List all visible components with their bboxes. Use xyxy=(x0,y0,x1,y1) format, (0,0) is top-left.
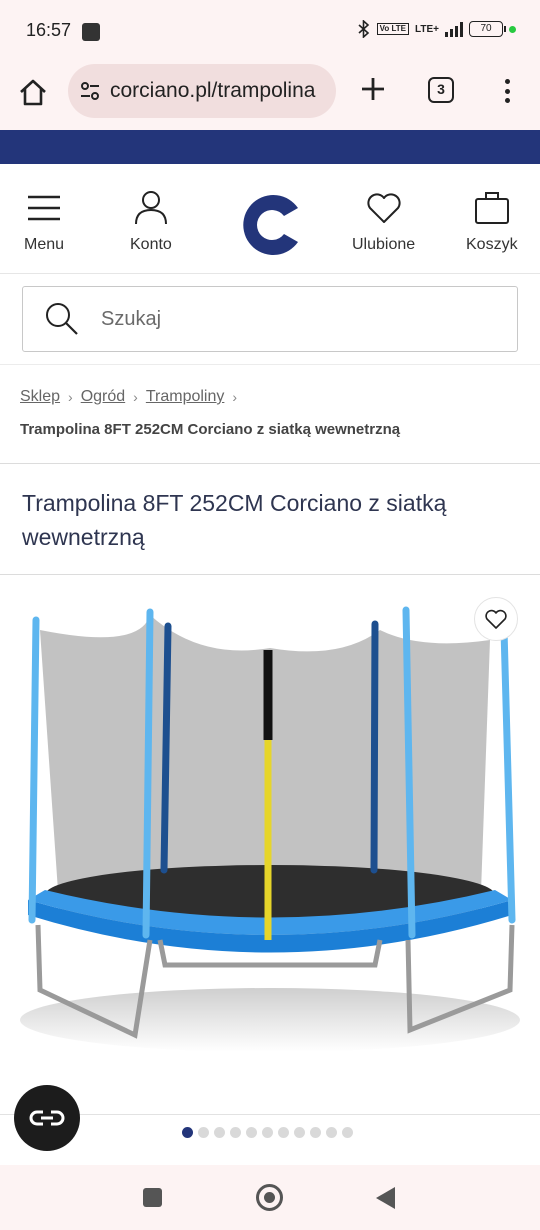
gallery-dot[interactable] xyxy=(198,1127,209,1138)
chat-button[interactable] xyxy=(14,1085,80,1151)
menu-button[interactable]: Menu xyxy=(24,188,64,254)
privacy-dot-icon xyxy=(509,25,516,33)
gallery-dot[interactable] xyxy=(294,1127,305,1138)
product-title: Trampolina 8FT 252CM Corciano z siatką w… xyxy=(22,490,447,550)
gallery-dot[interactable] xyxy=(230,1127,241,1138)
favorites-label: Ulubione xyxy=(352,236,416,253)
product-image[interactable] xyxy=(0,590,540,1100)
gallery-pagination xyxy=(182,1127,353,1138)
address-bar[interactable]: corciano.pl/trampolina xyxy=(68,64,336,118)
browser-toolbar: corciano.pl/trampolina 3 xyxy=(0,62,540,130)
account-label: Konto xyxy=(130,236,172,253)
search-box[interactable] xyxy=(22,286,518,352)
divider xyxy=(0,463,540,464)
gallery-dot[interactable] xyxy=(278,1127,289,1138)
tab-switcher-button[interactable]: 3 xyxy=(428,77,454,103)
account-button[interactable]: Konto xyxy=(130,188,172,254)
breadcrumb-garden[interactable]: Ogród xyxy=(81,388,125,406)
site-header: Menu Konto Ulubione Koszyk xyxy=(0,164,540,274)
add-to-favorites-button[interactable] xyxy=(474,597,518,641)
status-indicators: Vo LTE LTE+ 70 xyxy=(357,20,516,38)
gallery-dot[interactable] xyxy=(326,1127,337,1138)
url-text: corciano.pl/trampolina xyxy=(110,79,316,102)
volte-badge: Vo LTE xyxy=(376,23,410,35)
breadcrumb-current: Trampolina 8FT 252CM Corciano z siatką w… xyxy=(20,421,401,438)
gallery-dot[interactable] xyxy=(342,1127,353,1138)
home-icon[interactable] xyxy=(16,76,50,110)
hamburger-icon xyxy=(28,195,61,221)
site-settings-icon[interactable] xyxy=(80,81,100,101)
gallery-dot[interactable] xyxy=(246,1127,257,1138)
divider xyxy=(0,364,540,365)
corciano-logo[interactable] xyxy=(238,194,302,256)
gallery-dot[interactable] xyxy=(310,1127,321,1138)
cart-button[interactable]: Koszyk xyxy=(466,188,518,254)
battery-icon: 70 xyxy=(469,21,506,37)
chevron-right-icon: › xyxy=(232,389,238,405)
back-icon[interactable] xyxy=(376,1187,395,1209)
home-nav-icon[interactable] xyxy=(256,1184,283,1211)
gallery-dot[interactable] xyxy=(182,1127,193,1138)
chevron-right-icon: › xyxy=(68,389,73,405)
search-input[interactable] xyxy=(101,307,481,331)
shopping-bag-icon xyxy=(474,192,509,224)
promo-band xyxy=(0,130,540,164)
network-type: LTE+ xyxy=(415,23,439,35)
bluetooth-icon xyxy=(358,20,369,38)
more-menu-icon[interactable] xyxy=(497,76,517,106)
favorites-button[interactable]: Ulubione xyxy=(352,188,415,254)
divider xyxy=(0,574,540,575)
status-bar: 16:57 Vo LTE LTE+ 70 xyxy=(0,0,540,62)
heart-icon xyxy=(367,193,401,223)
system-navigation-bar xyxy=(0,1165,540,1230)
search-icon[interactable] xyxy=(43,300,81,338)
menu-label: Menu xyxy=(24,236,65,253)
breadcrumb: Sklep › Ogród › Trampoliny › xyxy=(20,388,245,406)
divider xyxy=(0,1114,540,1115)
chat-link-icon xyxy=(29,1110,65,1126)
gallery-dot[interactable] xyxy=(262,1127,273,1138)
new-tab-icon[interactable] xyxy=(358,74,388,104)
signal-icon xyxy=(445,21,463,37)
breadcrumb-shop[interactable]: Sklep xyxy=(20,388,60,406)
heart-icon xyxy=(485,609,507,629)
gallery-dot[interactable] xyxy=(214,1127,225,1138)
notification-icon xyxy=(82,23,100,41)
chevron-right-icon: › xyxy=(133,389,138,405)
user-icon xyxy=(134,191,167,225)
recent-apps-icon[interactable] xyxy=(143,1188,162,1207)
status-time: 16:57 xyxy=(26,20,72,40)
cart-label: Koszyk xyxy=(466,236,518,253)
breadcrumb-trampolines[interactable]: Trampoliny xyxy=(146,388,225,406)
